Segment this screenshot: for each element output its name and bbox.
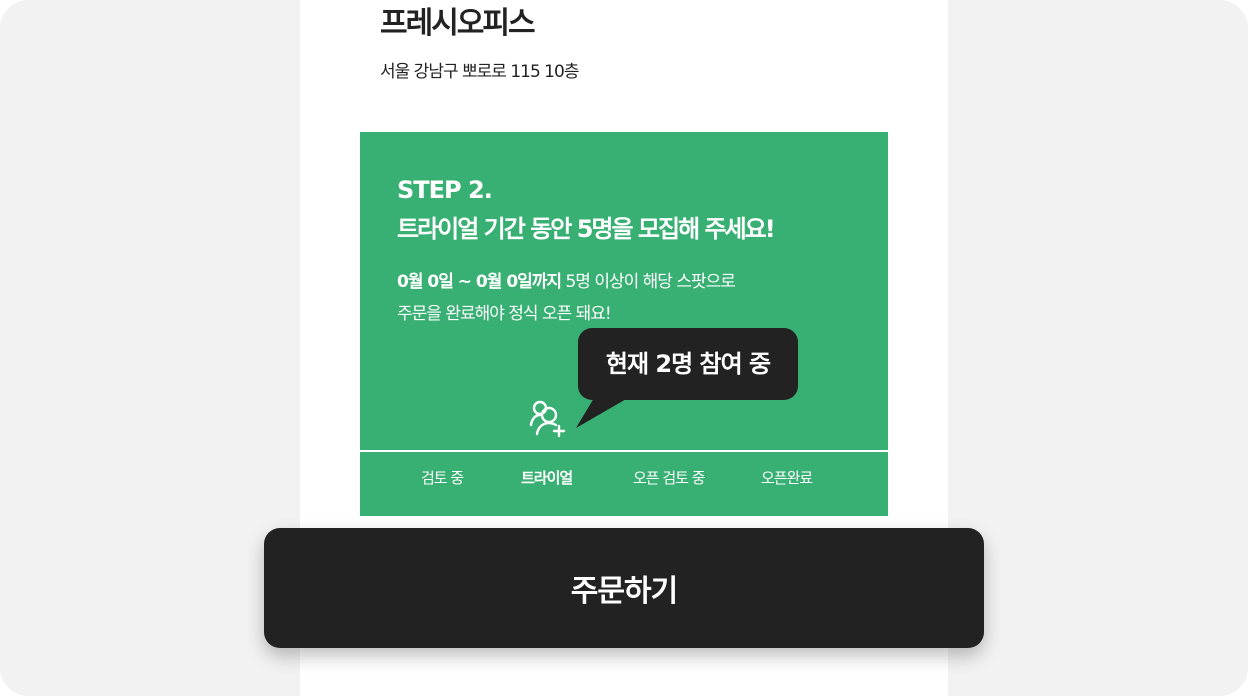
store-address: 서울 강남구 뽀로로 115 10층 [380,62,579,82]
app-viewport: 프레시오피스 서울 강남구 뽀로로 115 10층 STEP 2. 트라이얼 기… [0,0,1248,696]
order-button[interactable]: 주문하기 [264,528,984,648]
trial-description-line-1: 0월 0일 ~ 0월 0일까지 5명 이상이 해당 스팟으로 [397,266,837,298]
store-name: 프레시오피스 [380,6,536,41]
progress-step-review: 검토 중 [421,469,464,487]
progress-step-trial: 트라이얼 [521,469,573,487]
progress-steps: 검토 중 트라이얼 오픈 검토 중 오픈완료 [360,452,888,516]
trial-requirement-text: 5명 이상이 해당 스팟으로 [561,272,735,292]
add-user-icon [529,400,566,438]
trial-description: 0월 0일 ~ 0월 0일까지 5명 이상이 해당 스팟으로 주문을 완료해야 … [397,266,837,330]
trial-period: 0월 0일 ~ 0월 0일까지 [397,272,562,292]
progress-step-open-review: 오픈 검토 중 [633,469,706,487]
tooltip-tail [576,398,628,428]
step-label: STEP 2. [397,176,493,204]
trial-status-card: STEP 2. 트라이얼 기간 동안 5명을 모집해 주세요! 0월 0일 ~ … [360,132,888,516]
trial-headline: 트라이얼 기간 동안 5명을 모집해 주세요! [397,215,776,243]
trial-description-line-2: 주문을 완료해야 정식 오픈 돼요! [397,304,612,324]
participants-tooltip: 현재 2명 참여 중 [578,328,798,400]
progress-step-open-complete: 오픈완료 [761,469,813,487]
